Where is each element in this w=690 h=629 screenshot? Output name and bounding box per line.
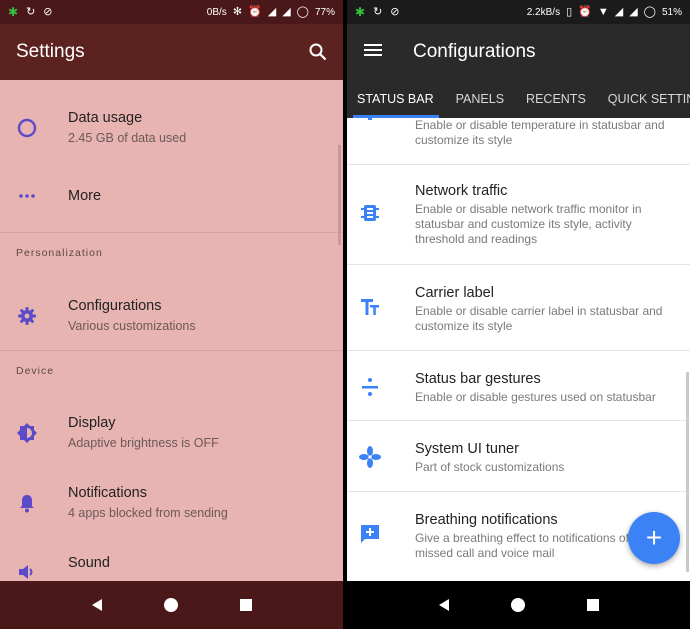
block-icon: ⊘ [390,5,400,18]
item-title: Notifications [68,485,147,501]
scrollbar[interactable] [686,372,689,572]
signal-icon: ◢ [629,5,638,18]
item-subtitle: Various customizations [68,319,196,333]
gear-icon [16,305,38,327]
settings-item-display[interactable]: Display Adaptive brightness is OFF [0,409,343,459]
item-subtitle: 2.45 GB of data used [68,131,187,145]
configurations-screen: ✱ ↻ ⊘ 2.2kB/s ▯ ⏰ ▼ ◢ ◢ ◯ 51% Configurat… [347,0,690,629]
alarm-icon: ⏰ [578,5,592,18]
battery-icon: ◯ [643,5,656,18]
item-title: Carrier label [415,285,494,301]
tab-recents[interactable]: RECENTS [515,80,597,118]
block-icon: ⊘ [43,5,53,18]
tab-status-bar[interactable]: STATUS BAR [347,80,445,118]
item-subtitle: Enable or disable gestures used on statu… [415,390,656,404]
battery-icon: ◯ [296,5,309,18]
vibrate-icon: ▯ [566,5,573,18]
search-icon[interactable] [309,43,327,61]
status-bar: ✱ ↻ ⊘ 2.2kB/s ▯ ⏰ ▼ ◢ ◢ ◯ 51% [347,0,690,24]
home-icon[interactable] [508,595,528,615]
list-item-partial[interactable]: Enable or disable temperature in statusb… [347,118,690,154]
data-usage-icon [16,117,38,139]
page-title: Configurations [413,41,536,62]
divider [347,420,690,421]
item-title: Network traffic [415,183,508,199]
settings-item-configurations[interactable]: Configurations Various customizations [0,292,343,342]
text-format-icon [359,296,381,318]
message-plus-icon [359,523,381,545]
item-title: Configurations [68,298,162,314]
speaker-icon [16,561,38,583]
divider [0,232,343,233]
list-item-status-bar-gestures[interactable]: Status bar gestures Enable or disable ge… [347,368,690,408]
sync-icon: ↻ [26,5,36,18]
divider [347,350,690,351]
divider [0,350,343,351]
bug-icon: ✱ [8,5,19,19]
list-item-system-ui-tuner[interactable]: System UI tuner Part of stock customizat… [347,438,690,478]
recents-icon[interactable] [583,595,603,615]
hamburger-menu-icon[interactable] [363,42,383,63]
item-subtitle: Enable or disable carrier label in statu… [415,304,663,333]
settings-item-notifications[interactable]: Notifications 4 apps blocked from sendin… [0,479,343,529]
network-speed: 0B/s [206,6,227,18]
list-item-carrier-label[interactable]: Carrier label Enable or disable carrier … [347,282,690,333]
divider [347,491,690,492]
sync-icon: ↻ [373,5,383,18]
bluetooth-icon: ✻ [232,5,243,18]
settings-screen: ✱ ↻ ⊘ 0B/s ✻ ⏰ ◢ ◢ ◯ 77% Settings Data u… [0,0,343,629]
page-title: Settings [16,41,85,62]
home-icon[interactable] [161,595,181,615]
app-bar: Configurations [347,24,690,80]
battery-level: 51% [661,6,682,18]
app-bar: Settings [0,24,343,80]
fan-icon [359,446,381,468]
more-dots-icon [16,185,38,207]
item-subtitle: 4 apps blocked from sending [68,506,228,520]
item-title: More [68,188,102,204]
item-title: Display [68,415,116,431]
network-speed: 2.2kB/s [526,6,561,18]
signal-icon: ◢ [267,5,277,18]
settings-item-more[interactable]: More [0,176,343,216]
status-bar: ✱ ↻ ⊘ 0B/s ✻ ⏰ ◢ ◢ ◯ 77% [0,0,343,24]
settings-item-data-usage[interactable]: Data usage 2.45 GB of data used [0,104,343,154]
item-title: Data usage [68,110,143,126]
tab-quick-settings[interactable]: QUICK SETTINGS [597,80,690,118]
network-traffic-icon [359,202,381,224]
brightness-icon [16,422,38,444]
section-header-device: Device [16,365,55,377]
signal-icon: ◢ [614,5,624,18]
navigation-bar [0,581,343,629]
battery-level: 77% [314,6,335,18]
configurations-list: Enable or disable temperature in statusb… [347,118,690,581]
navigation-bar [347,581,690,629]
bell-icon [16,492,38,514]
recents-icon[interactable] [236,595,256,615]
alarm-icon: ⏰ [248,5,262,18]
tab-bar: STATUS BAR PANELS RECENTS QUICK SETTINGS [347,80,690,118]
divider [347,164,690,165]
signal-icon: ◢ [282,5,291,18]
wifi-icon: ▼ [597,5,609,18]
settings-item-sound[interactable]: Sound [0,549,343,579]
add-fab-button[interactable]: + [628,512,680,564]
item-title: System UI tuner [415,441,519,457]
item-subtitle: Enable or disable temperature in statusb… [415,118,665,147]
item-title: Sound [68,555,110,571]
bug-icon: ✱ [355,5,366,19]
item-subtitle: Part of stock customizations [415,460,565,474]
scrollbar[interactable] [338,145,341,245]
divider [347,264,690,265]
section-header-personalization: Personalization [16,247,103,259]
back-icon[interactable] [87,595,107,615]
item-subtitle: Enable or disable network traffic monito… [415,202,642,246]
thermometer-icon [359,118,381,130]
tab-panels[interactable]: PANELS [445,80,515,118]
list-item-network-traffic[interactable]: Network traffic Enable or disable networ… [347,180,690,250]
item-subtitle: Adaptive brightness is OFF [68,436,219,450]
back-icon[interactable] [434,595,454,615]
item-title: Status bar gestures [415,371,541,387]
gesture-icon [359,376,381,398]
